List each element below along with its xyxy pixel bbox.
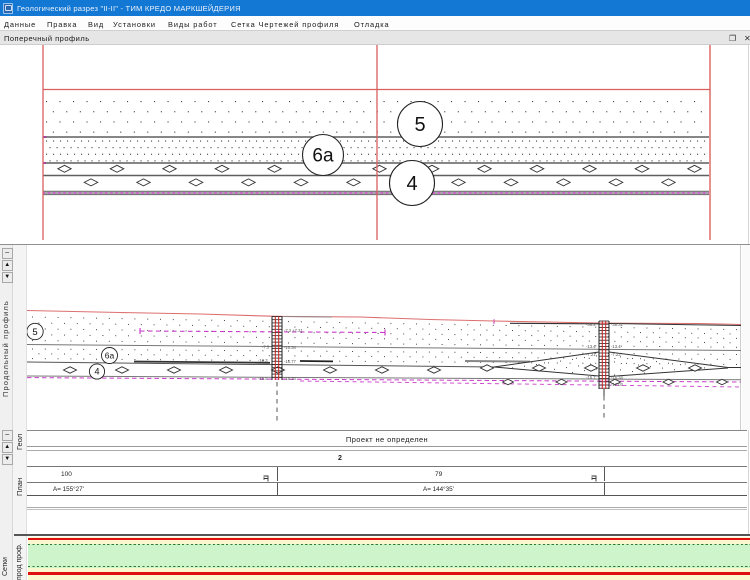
svg-text:-15.34: -15.34 [284,376,297,381]
svg-text:5: 5 [414,114,425,136]
svg-text:-10.77: -10.77 [284,359,297,364]
svg-text:-15.34: -15.34 [611,375,624,380]
svg-text:6а: 6а [312,146,334,167]
svg-text:-38.31: -38.31 [611,322,624,327]
svg-text:6а: 6а [105,350,115,360]
svg-text:-10.3: -10.3 [258,358,268,363]
svg-text:4: 4 [406,173,417,195]
svg-text:-7.23: -7.23 [611,352,621,357]
svg-text:-7.5: -7.5 [262,344,270,349]
svg-text:-13.4: -13.4 [611,344,621,349]
svg-text:5: 5 [32,327,37,338]
svg-text:-17.03: -17.03 [611,382,624,387]
svg-text:-36.2: -36.2 [586,322,596,327]
svg-text:-10.34: -10.34 [284,345,297,350]
svg-text:-7.2 ±7.21: -7.2 ±7.21 [284,328,303,333]
svg-text:-15.5: -15.5 [258,376,268,381]
svg-text:-13.4: -13.4 [586,344,596,349]
svg-text:-15.7: -15.7 [586,375,596,380]
svg-text:-7.21: -7.21 [586,352,596,357]
svg-text:4: 4 [94,366,99,376]
